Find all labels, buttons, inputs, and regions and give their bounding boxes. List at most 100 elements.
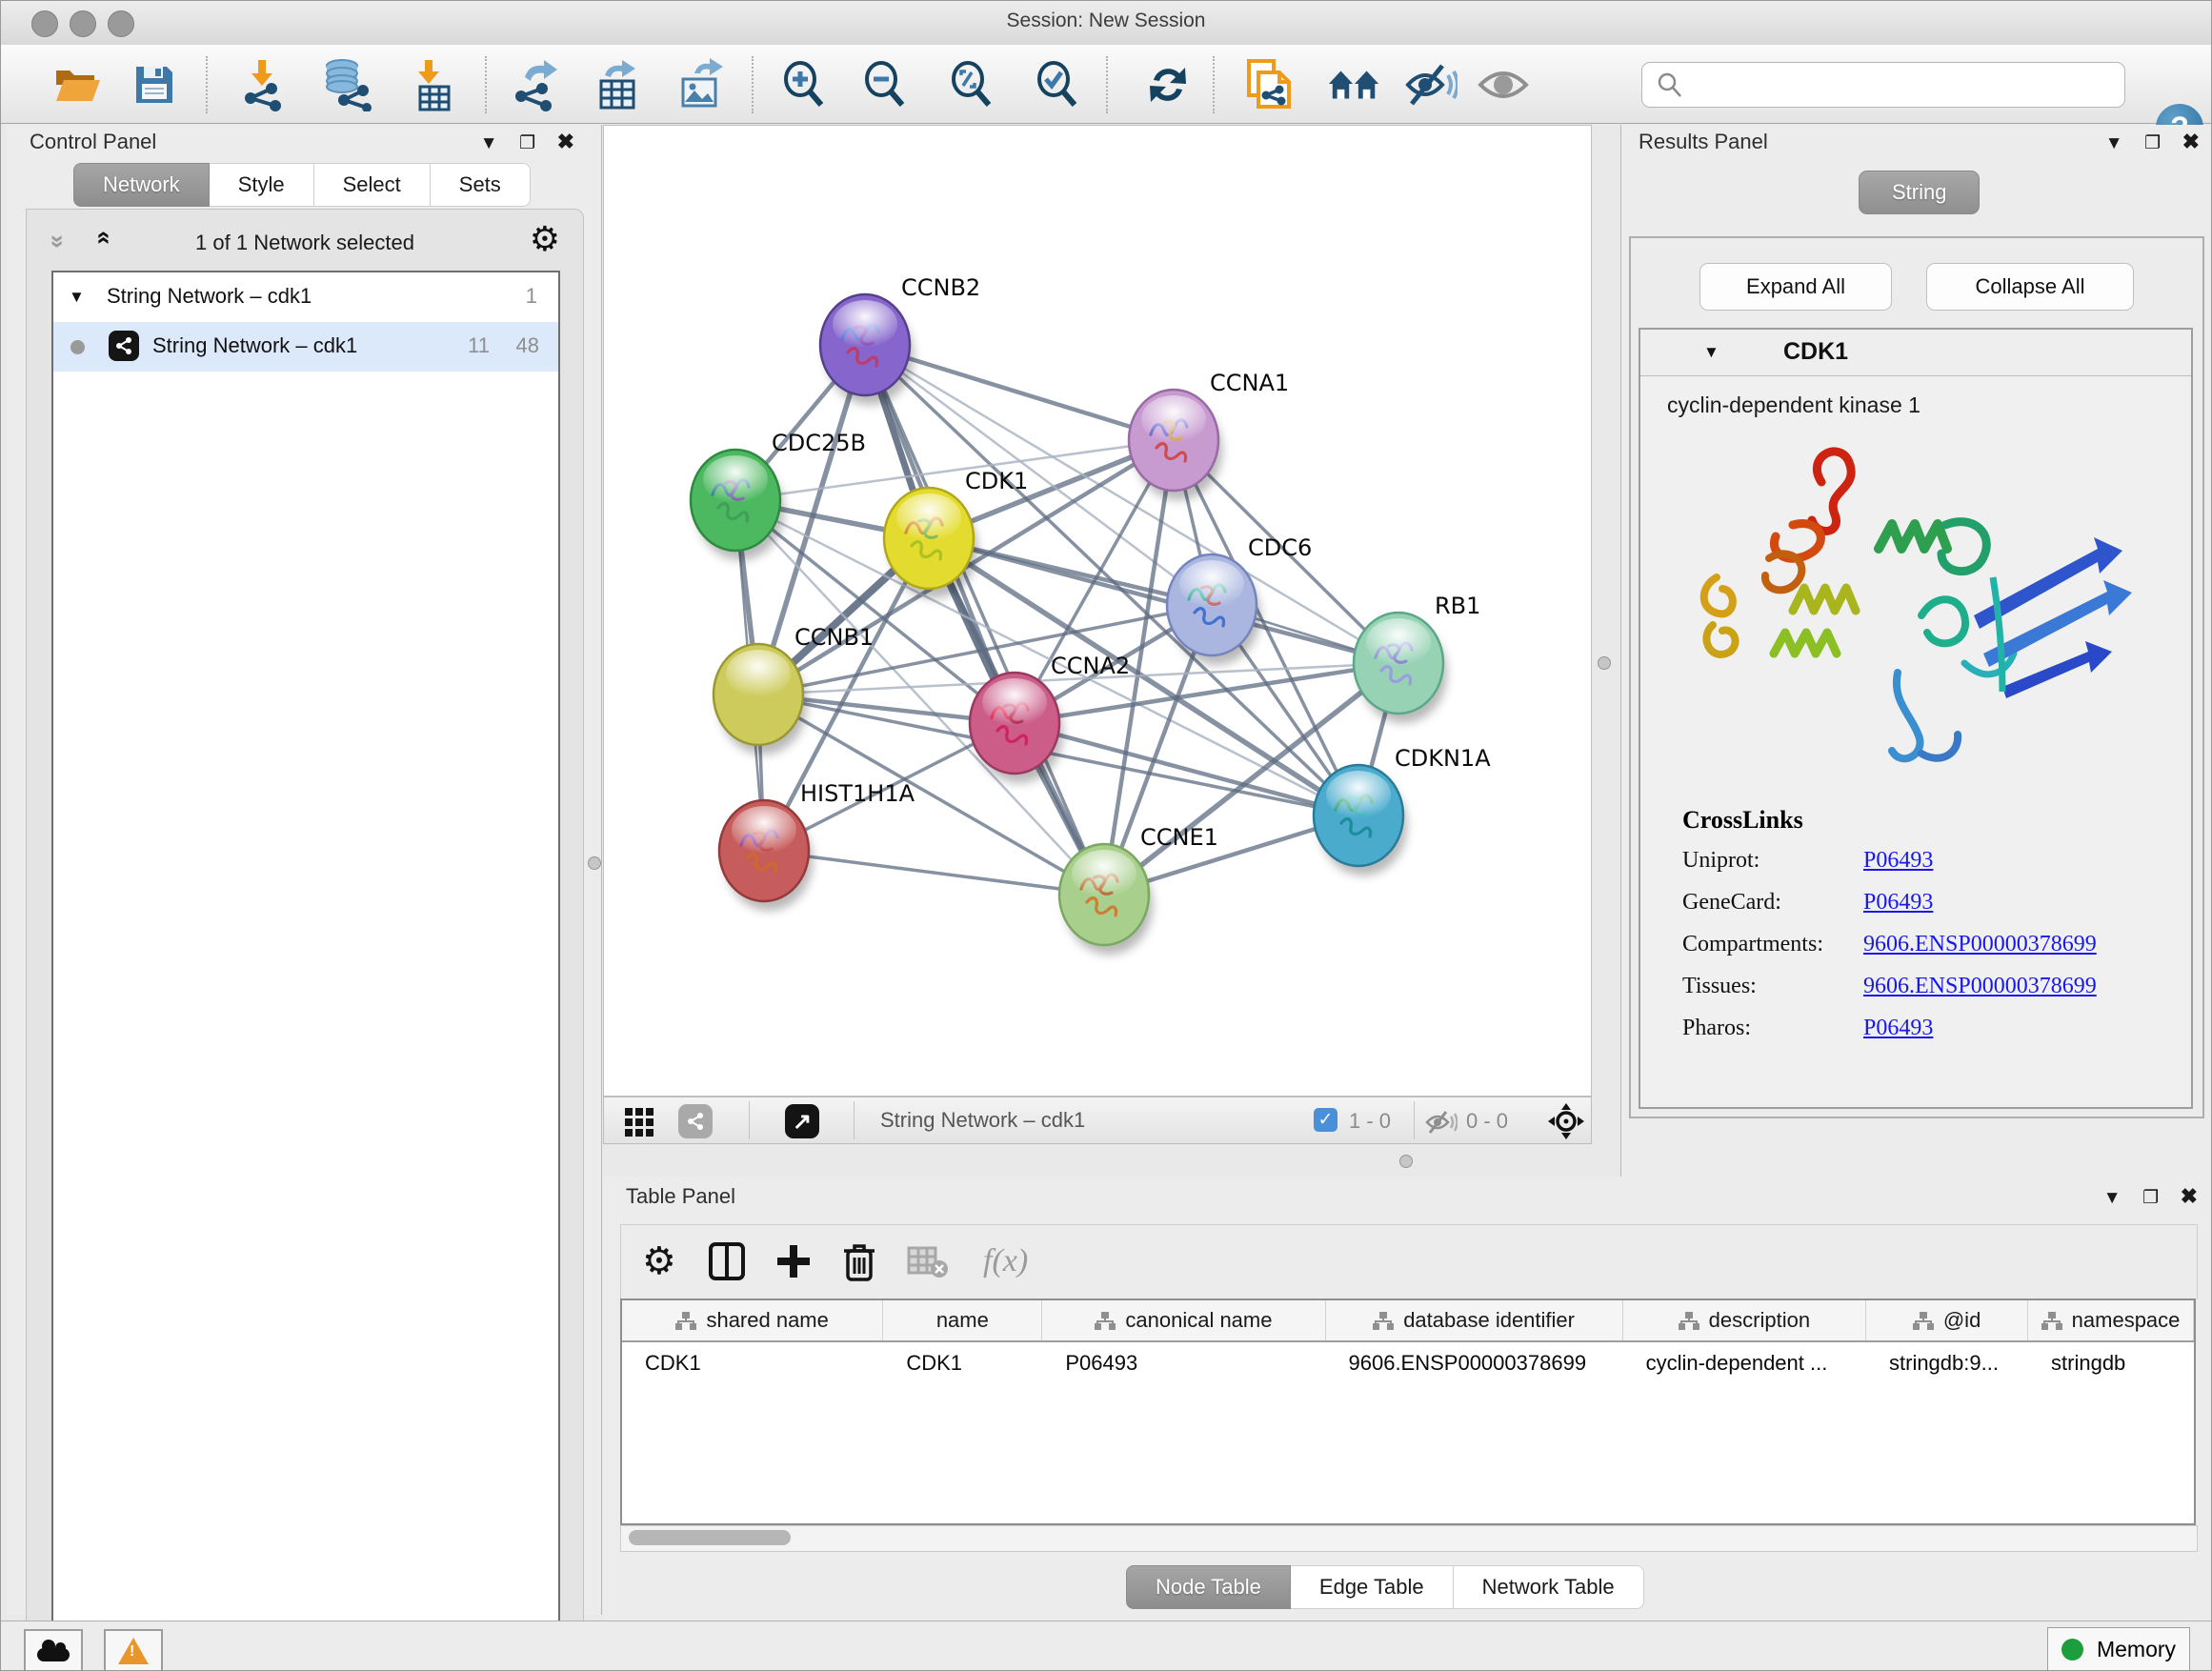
column-header-name[interactable]: name xyxy=(883,1300,1042,1340)
cloud-status-button[interactable] xyxy=(24,1629,83,1671)
tab-network[interactable]: Network xyxy=(73,163,210,207)
zoom-selected-button[interactable] xyxy=(1030,57,1085,112)
crosslink-link[interactable]: P06493 xyxy=(1863,1016,1933,1041)
tab-string[interactable]: String xyxy=(1859,171,1980,214)
protein-section-header[interactable]: ▼ CDK1 xyxy=(1640,330,2191,376)
panel-close-icon[interactable]: ✖ xyxy=(2181,1184,2198,1208)
network-node-CCNA1[interactable]: CCNA1 xyxy=(1129,370,1289,500)
network-node-RB1[interactable]: RB1 xyxy=(1354,593,1480,723)
network-node-CDKN1A[interactable]: CDKN1A xyxy=(1314,745,1491,876)
tree-expand-icon[interactable]: ▼ xyxy=(69,288,85,307)
delete-column-trash-icon[interactable] xyxy=(842,1237,876,1286)
network-node-CDC25B[interactable]: CDC25B xyxy=(691,430,866,560)
network-edge[interactable] xyxy=(865,345,1104,895)
node-table[interactable]: shared namenamecanonical namedatabase id… xyxy=(620,1299,2196,1525)
open-in-browser-icon[interactable]: ↗ xyxy=(785,1104,819,1138)
import-table-icon xyxy=(409,58,456,111)
right-splitter-handle[interactable] xyxy=(1598,656,1611,670)
delete-table-icon[interactable] xyxy=(907,1237,949,1286)
left-splitter-handle[interactable] xyxy=(588,856,601,870)
network-canvas[interactable]: CCNB2CCNA1CDC25BCDK1CDC6RB1CCNB1CCNA2CDK… xyxy=(603,125,1592,1097)
panel-collapse-icon[interactable]: ▼ xyxy=(2103,1188,2122,1208)
crosslink-link[interactable]: P06493 xyxy=(1863,890,1933,916)
toolbar-separator xyxy=(485,56,487,113)
export-table-button[interactable] xyxy=(590,57,645,112)
column-header-namespace[interactable]: namespace xyxy=(2028,1300,2194,1340)
tab-node-table[interactable]: Node Table xyxy=(1126,1565,1291,1609)
panel-close-icon[interactable]: ✖ xyxy=(2182,130,2200,153)
network-node-CCNB2[interactable]: CCNB2 xyxy=(820,274,980,405)
import-table-file-button[interactable] xyxy=(405,57,460,112)
import-network-file-button[interactable] xyxy=(235,57,291,112)
network-view-share-icon[interactable] xyxy=(678,1104,713,1138)
horizontal-splitter-handle[interactable] xyxy=(1399,1155,1413,1168)
panel-close-icon[interactable]: ✖ xyxy=(557,130,574,153)
search-input[interactable] xyxy=(1692,73,2124,97)
network-options-gear-icon[interactable]: ⚙ xyxy=(530,219,560,259)
save-session-button[interactable] xyxy=(127,57,182,112)
tab-select[interactable]: Select xyxy=(314,163,431,207)
scrollbar-thumb[interactable] xyxy=(629,1530,791,1545)
column-header-shared-name[interactable]: shared name xyxy=(622,1300,883,1340)
table-cell[interactable]: cyclin-dependent ... xyxy=(1623,1342,1866,1386)
first-neighbors-button[interactable] xyxy=(1327,57,1382,112)
crosslink-link[interactable]: 9606.ENSP00000378699 xyxy=(1863,932,2097,957)
tab-network-table[interactable]: Network Table xyxy=(1454,1565,1644,1609)
selected-checkbox-icon[interactable]: ✓ xyxy=(1314,1108,1337,1132)
import-network-database-button[interactable] xyxy=(319,57,374,112)
network-edge[interactable] xyxy=(929,538,1398,663)
export-image-button[interactable] xyxy=(674,57,729,112)
open-session-button[interactable] xyxy=(50,57,106,112)
crosslink-label: Pharos: xyxy=(1682,1016,1863,1041)
network-collection-row[interactable]: ▼ String Network – cdk1 1 xyxy=(53,272,558,322)
zoom-out-button[interactable] xyxy=(857,57,913,112)
column-header--id[interactable]: @id xyxy=(1866,1300,2028,1340)
column-header-canonical-name[interactable]: canonical name xyxy=(1042,1300,1325,1340)
tab-style[interactable]: Style xyxy=(210,163,314,207)
table-options-gear-icon[interactable]: ⚙ xyxy=(642,1237,676,1286)
zoom-in-button[interactable] xyxy=(776,57,832,112)
memory-button[interactable]: Memory xyxy=(2047,1627,2190,1671)
export-network-button[interactable] xyxy=(508,57,563,112)
panel-collapse-icon[interactable]: ▼ xyxy=(480,133,498,153)
network-node-HIST1H1A[interactable]: HIST1H1A xyxy=(719,780,915,911)
toolbar-separator xyxy=(752,56,754,113)
column-header-description[interactable]: description xyxy=(1623,1300,1866,1340)
clone-network-button[interactable] xyxy=(1241,57,1297,112)
create-column-icon[interactable] xyxy=(775,1237,812,1286)
panel-float-icon[interactable]: ❐ xyxy=(519,133,535,153)
table-toolbar: ⚙ xyxy=(620,1224,2198,1299)
network-view-toolbar: ↗ String Network – cdk1 ✓ 1 - 0 0 - 0 xyxy=(603,1097,1592,1144)
table-cell[interactable]: 9606.ENSP00000378699 xyxy=(1326,1342,1623,1386)
tab-edge-table[interactable]: Edge Table xyxy=(1291,1565,1454,1609)
fit-content-crosshair-icon[interactable] xyxy=(1547,1102,1585,1140)
table-row[interactable]: CDK1CDK1P064939606.ENSP00000378699cyclin… xyxy=(622,1342,2194,1386)
warnings-button[interactable] xyxy=(104,1629,163,1671)
crosslink-link[interactable]: P06493 xyxy=(1863,848,1933,874)
collapse-all-button[interactable]: Collapse All xyxy=(1926,263,2134,311)
table-cell[interactable]: stringdb:9... xyxy=(1866,1342,2028,1386)
table-horizontal-scrollbar[interactable] xyxy=(620,1525,2198,1552)
section-expand-icon[interactable]: ▼ xyxy=(1703,343,1719,362)
hide-selected-button[interactable] xyxy=(1403,57,1458,112)
show-columns-icon[interactable] xyxy=(709,1237,745,1286)
apply-layout-button[interactable] xyxy=(1140,57,1196,112)
table-cell[interactable]: stringdb xyxy=(2028,1342,2194,1386)
zoom-fit-button[interactable] xyxy=(944,57,999,112)
network-node-CDK1[interactable]: CDK1 xyxy=(884,468,1028,598)
grid-view-icon[interactable] xyxy=(625,1108,654,1135)
crosslink-link[interactable]: 9606.ENSP00000378699 xyxy=(1863,974,2097,999)
function-builder-icon[interactable]: f(x) xyxy=(983,1237,1028,1286)
network-edge[interactable] xyxy=(764,851,1104,895)
panel-float-icon[interactable]: ❐ xyxy=(2144,133,2161,153)
panel-collapse-icon[interactable]: ▼ xyxy=(2105,133,2123,153)
table-cell[interactable]: CDK1 xyxy=(883,1342,1042,1386)
show-all-button[interactable] xyxy=(1476,57,1531,112)
expand-all-button[interactable]: Expand All xyxy=(1699,263,1892,311)
panel-float-icon[interactable]: ❐ xyxy=(2142,1188,2159,1208)
column-header-database-identifier[interactable]: database identifier xyxy=(1326,1300,1623,1340)
table-cell[interactable]: P06493 xyxy=(1042,1342,1325,1386)
table-cell[interactable]: CDK1 xyxy=(622,1342,883,1386)
tab-sets[interactable]: Sets xyxy=(431,163,531,207)
network-row[interactable]: String Network – cdk1 11 48 xyxy=(53,322,558,372)
